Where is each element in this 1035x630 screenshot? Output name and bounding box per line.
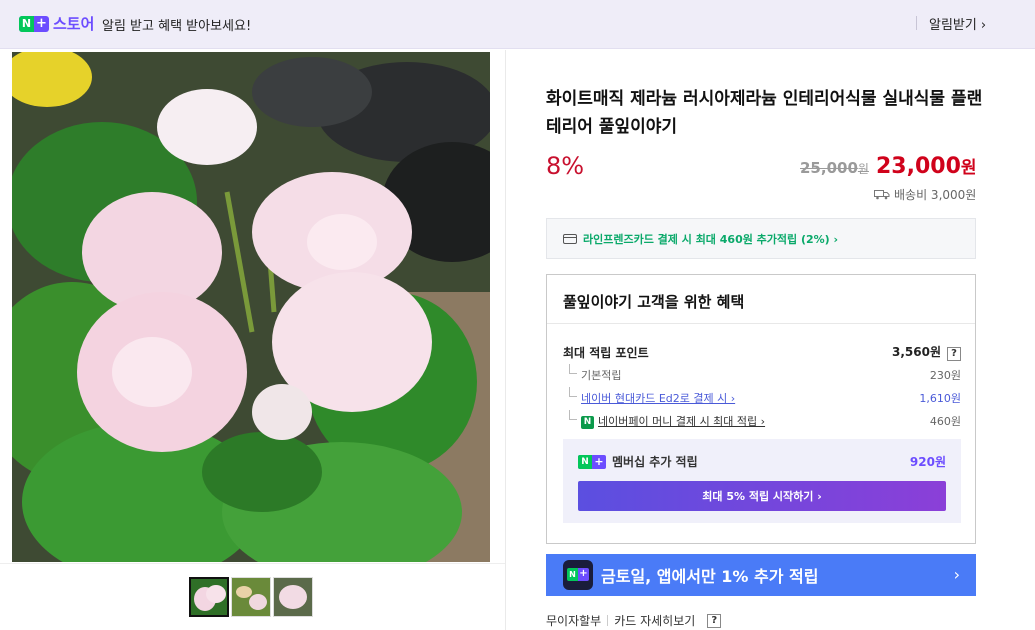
main-product-image: [12, 52, 490, 562]
max-point-label: 최대 적립 포인트: [563, 345, 649, 360]
membership-header: N + 멤버십 추가 적립: [578, 453, 698, 470]
original-price: 25,000원: [800, 159, 869, 177]
naver-plus-logo: N +: [19, 16, 49, 32]
image-divider: [0, 563, 505, 564]
naverpay-badge-icon: N: [581, 415, 594, 429]
help-icon[interactable]: ?: [947, 347, 961, 361]
chevron-right-icon: ›: [980, 18, 987, 33]
naverpay-money-link[interactable]: 네이버페이 머니 결제 시 최대 적립 ›: [598, 415, 765, 428]
truck-icon: [874, 190, 890, 200]
store-alert-banner: N + 스토어 알림 받고 혜택 받아보세요! 알림받기 ›: [0, 0, 1035, 49]
membership-label: 멤버십 추가 적립: [612, 455, 698, 469]
max-point-row: 최대 적립 포인트 3,560원?: [563, 343, 961, 361]
help-icon[interactable]: ?: [707, 613, 722, 628]
benefits-title: 풀잎이야기 고객을 위한 혜택: [563, 293, 745, 311]
column-divider: [505, 50, 506, 630]
sale-price-value: 23,000: [876, 154, 961, 179]
basic-point-label: 기본적립: [563, 364, 621, 383]
membership-start-button[interactable]: 최대 5% 적립 시작하기 ›: [578, 481, 946, 511]
point-row-hyundai-card: 네이버 현대카드 Ed2로 결제 시 › 1,610원: [563, 387, 961, 406]
membership-value: 920원: [909, 455, 946, 469]
basic-point-value: 230원: [929, 369, 961, 382]
customer-benefits-panel: 풀잎이야기 고객을 위한 혜택 최대 적립 포인트 3,560원? 기본적립 2…: [546, 274, 976, 544]
membership-box: N + 멤버십 추가 적립 920원 최대 5% 적립 시작하기 ›: [563, 439, 961, 523]
thumbnail-strip: [189, 577, 313, 617]
thumbnail-2[interactable]: [231, 577, 271, 617]
thumbnail-3[interactable]: [273, 577, 313, 617]
naverpay-point-value: 460원: [929, 415, 961, 428]
naver-plus-mini-icon: N +: [578, 454, 606, 469]
hyundai-card-link[interactable]: 네이버 현대카드 Ed2로 결제 시 ›: [581, 392, 735, 405]
card-details-link[interactable]: 카드 자세히보기: [614, 612, 695, 629]
shipping-fee: 배송비 3,000원: [874, 186, 976, 203]
credit-card-icon: [563, 233, 577, 244]
payment-links: 무이자할부 카드 자세히보기 ?: [546, 612, 722, 629]
app-banner-text: 금토일, 앱에서만 1% 추가 적립: [601, 567, 819, 586]
discount-rate: 8%: [546, 152, 585, 180]
hyundai-card-point-value: 1,610원: [919, 392, 961, 405]
banner-message: 알림 받고 혜택 받아보세요!: [102, 19, 252, 34]
naver-n-mark: N: [19, 16, 34, 32]
sale-price: 23,000원: [876, 153, 977, 179]
chevron-right-icon: ›: [953, 565, 960, 584]
naver-plus-app-icon: N +: [563, 560, 593, 590]
product-title: 화이트매직 제라늄 러시아제라늄 인테리어식물 실내식물 플랜테리어 풀잎이야기: [546, 89, 983, 137]
max-point-value: 3,560원: [892, 345, 941, 359]
thumbnail-1[interactable]: [189, 577, 229, 617]
point-row-basic: 기본적립 230원: [563, 364, 961, 383]
original-price-unit: 원: [857, 162, 869, 176]
shipping-text: 배송비 3,000원: [894, 188, 977, 202]
point-row-naverpay: N 네이버페이 머니 결제 시 최대 적립 › 460원: [563, 410, 961, 429]
alarm-subscribe-button[interactable]: 알림받기 ›: [929, 14, 986, 33]
link-divider: [607, 615, 609, 626]
card-promo-text: 라인프렌즈카드 결제 시 최대 460원 추가적립 (2%) ›: [583, 232, 839, 246]
plus-mark: +: [36, 16, 47, 31]
installment-link[interactable]: 무이자할부: [546, 612, 601, 629]
card-promotion-link[interactable]: 라인프렌즈카드 결제 시 최대 460원 추가적립 (2%) ›: [546, 218, 976, 259]
benefits-divider: [547, 323, 975, 324]
alarm-label: 알림받기: [929, 18, 977, 33]
original-price-value: 25,000: [800, 159, 858, 177]
sale-price-unit: 원: [960, 158, 977, 178]
app-promo-banner[interactable]: N + 금토일, 앱에서만 1% 추가 적립 ›: [546, 554, 976, 596]
banner-divider: [916, 16, 917, 30]
store-brand-name: 스토어: [53, 15, 95, 33]
